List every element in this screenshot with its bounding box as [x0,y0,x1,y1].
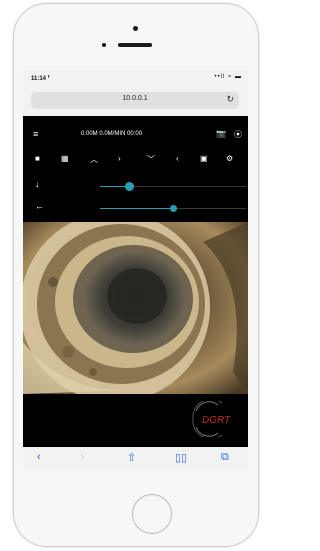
camera-icon[interactable]: 📷 [216,129,226,138]
settings-icon[interactable]: ⚙ [226,154,233,163]
save-icon[interactable]: ▣ [200,154,208,163]
earpiece-icon [118,43,152,47]
control-row-top: ≡ 0.00M 0.0M/MIN 00:00 📷 ⦿ [23,129,248,144]
browser-bar: 10.0.0.1 ↻ [23,88,248,116]
bookmarks-icon[interactable]: ▯▯ [175,451,187,464]
arrow-left-icon[interactable]: ← [35,201,44,211]
footer-panel: DGRT [23,394,248,447]
slider-2-thumb[interactable] [169,205,177,212]
tabs-icon[interactable]: ⧉ [221,451,229,464]
sensor-icon [102,43,106,47]
slider-2-fill [100,208,173,209]
status-indicators: ••ll ≈ ▬ [214,74,242,80]
slider-row-1: ↓ [23,179,248,193]
control-row-nav: ■ ▦ ︿ › ﹀ ‹ ▣ ⚙ [23,154,248,168]
dgrt-logo: DGRT [192,401,231,437]
reload-icon[interactable]: ↻ [226,94,234,105]
grid-icon[interactable]: ▦ [61,154,69,163]
chevron-down-icon[interactable]: ﹀ [147,154,155,165]
chevron-up-icon[interactable]: ︿ [90,154,98,165]
chevron-left-icon[interactable]: ‹ [176,154,179,163]
recording-stats: 0.00M 0.0M/MIN 00:00 [81,131,143,137]
slider-row-2: ← [23,201,248,215]
safari-toolbar: ‹ › ⇧ ▯▯ ⧉ [23,447,248,470]
status-time: 11:14 ⁠⸢ [31,76,51,82]
svg-text:DGRT: DGRT [202,415,231,426]
front-camera-icon [133,26,138,31]
slider-1-thumb[interactable] [124,182,134,191]
arrow-down-icon[interactable]: ↓ [35,179,40,189]
url-text[interactable]: 10.0.0.1 [31,95,239,102]
pipe-camera-view[interactable] [23,222,248,394]
address-bar[interactable]: 10.0.0.1 ↻ [31,92,239,109]
chevron-right-icon[interactable]: › [118,154,121,163]
control-panel: ≡ 0.00M 0.0M/MIN 00:00 📷 ⦿ ■ ▦ ︿ › ﹀ ‹ ▣… [23,116,248,222]
status-bar: 11:14 ⁠⸢ ••ll ≈ ▬ [23,70,248,88]
home-button[interactable] [132,494,172,534]
forward-icon[interactable]: › [81,451,85,463]
phone-screen: 11:14 ⁠⸢ ••ll ≈ ▬ 10.0.0.1 ↻ ≡ 0.00M 0.0… [23,70,248,470]
pipe-camera-image [23,222,248,394]
share-icon[interactable]: ⇧ [127,451,136,464]
stop-square-icon[interactable]: ■ [35,154,40,163]
record-icon[interactable]: ⦿ [234,129,242,140]
menu-icon[interactable]: ≡ [33,129,38,139]
back-icon[interactable]: ‹ [37,451,41,463]
